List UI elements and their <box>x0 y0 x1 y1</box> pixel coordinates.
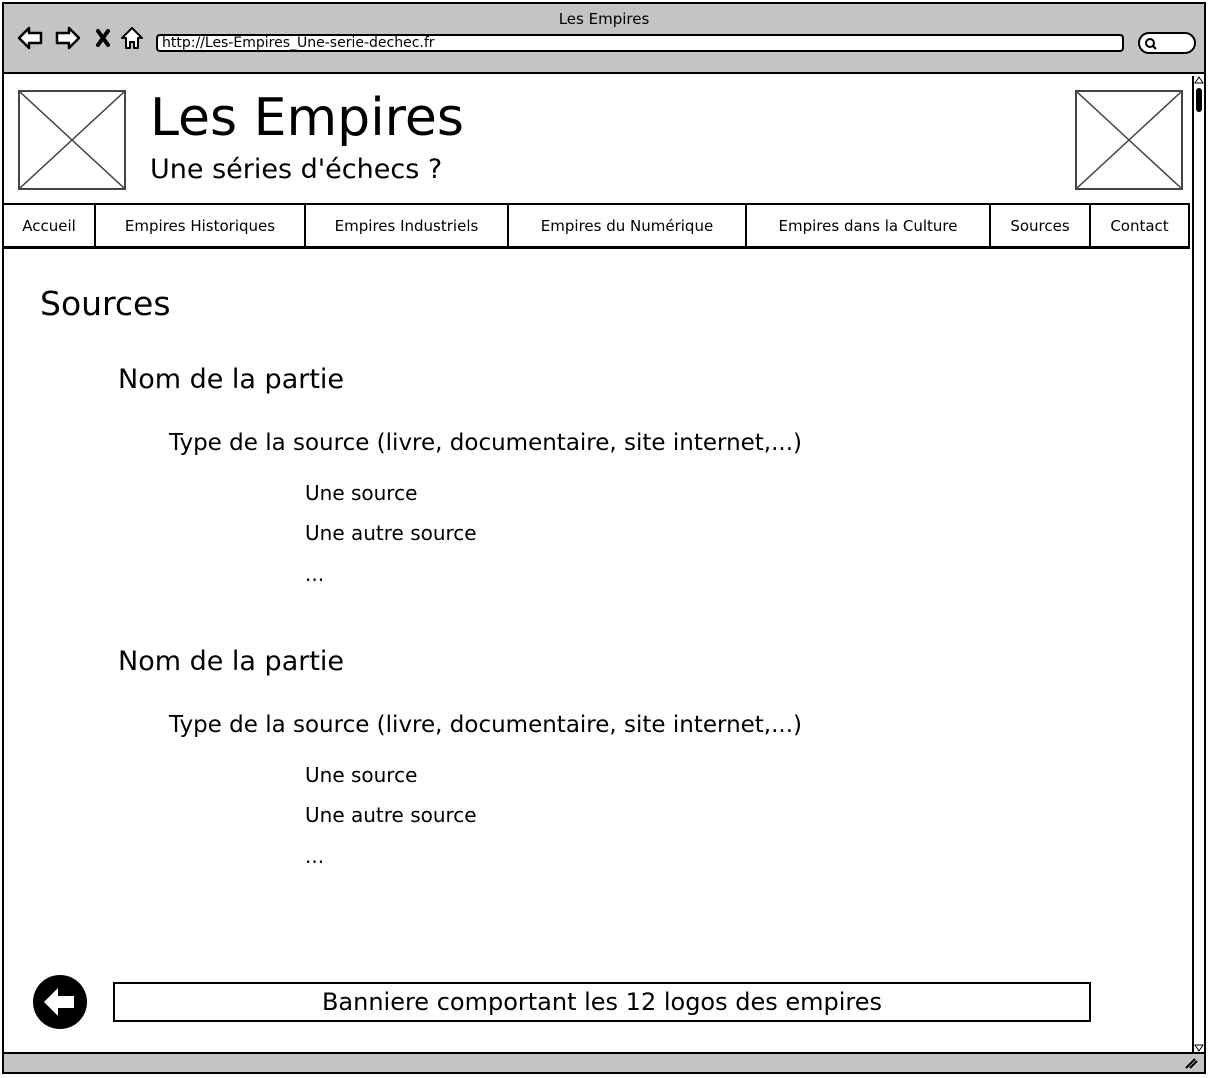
page-heading: Sources <box>40 284 171 323</box>
section-part-title: Nom de la partie <box>118 364 345 395</box>
site-subtitle: Une séries d'échecs ? <box>150 154 443 185</box>
search-icon <box>1145 38 1157 50</box>
back-arrow-icon[interactable] <box>32 974 88 1030</box>
scrollbar-thumb[interactable] <box>1196 88 1202 112</box>
placeholder-image-icon <box>1077 92 1181 188</box>
source-item: Une source <box>305 763 418 787</box>
home-icon[interactable] <box>118 24 146 52</box>
close-icon[interactable] <box>92 24 120 52</box>
site-title: Les Empires <box>150 88 464 148</box>
resize-handle-icon[interactable] <box>1184 1057 1198 1069</box>
section-source-type: Type de la source (livre, documentaire, … <box>169 430 803 456</box>
nav-item-contact[interactable]: Contact <box>1091 205 1190 246</box>
source-item: ... <box>305 844 325 868</box>
search-field[interactable] <box>1138 32 1196 54</box>
browser-window: Les Empires http://Les-Empires_Une-serie… <box>2 2 1206 1074</box>
nav-item-empires-historiques[interactable]: Empires Historiques <box>96 205 306 246</box>
nav-item-empires-numerique[interactable]: Empires du Numérique <box>509 205 747 246</box>
source-item: Une autre source <box>305 803 477 827</box>
source-item: ... <box>305 562 325 586</box>
browser-status-bar <box>4 1052 1204 1072</box>
logos-banner: Banniere comportant les 12 logos des emp… <box>113 982 1091 1022</box>
logo-left-placeholder <box>18 90 126 190</box>
back-icon[interactable] <box>16 24 44 52</box>
source-item: Une autre source <box>305 521 477 545</box>
scroll-down-icon[interactable] <box>1194 1044 1204 1052</box>
main-navigation: Accueil Empires Historiques Empires Indu… <box>4 203 1190 249</box>
nav-item-sources[interactable]: Sources <box>991 205 1091 246</box>
nav-item-accueil[interactable]: Accueil <box>4 205 96 246</box>
vertical-scrollbar[interactable] <box>1192 76 1204 1052</box>
nav-item-empires-culture[interactable]: Empires dans la Culture <box>747 205 991 246</box>
browser-titlebar: Les Empires http://Les-Empires_Une-serie… <box>4 4 1204 74</box>
section-source-type: Type de la source (livre, documentaire, … <box>169 712 803 738</box>
logo-right-placeholder <box>1075 90 1183 190</box>
placeholder-image-icon <box>20 92 124 188</box>
source-item: Une source <box>305 481 418 505</box>
address-bar[interactable]: http://Les-Empires_Une-serie-dechec.fr <box>156 34 1124 52</box>
window-title: Les Empires <box>558 10 650 28</box>
scroll-up-icon[interactable] <box>1194 76 1204 84</box>
section-part-title: Nom de la partie <box>118 646 345 677</box>
nav-item-empires-industriels[interactable]: Empires Industriels <box>306 205 509 246</box>
forward-icon[interactable] <box>54 24 82 52</box>
